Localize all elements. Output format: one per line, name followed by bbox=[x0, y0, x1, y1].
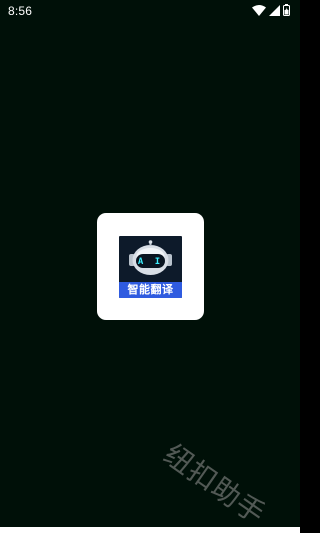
cellular-signal-icon bbox=[269, 4, 280, 16]
app-logo-tile: A I 智能翻译 bbox=[97, 213, 204, 320]
splash-screen: 8:56 A I 智能翻译 纽扣助手 bbox=[0, 0, 300, 533]
app-logo: A I 智能翻译 bbox=[119, 236, 182, 298]
battery-icon bbox=[283, 4, 290, 16]
status-icons bbox=[252, 4, 290, 16]
wifi-icon bbox=[252, 4, 266, 16]
status-time: 8:56 bbox=[8, 4, 33, 18]
logo-ai-text: A I bbox=[137, 257, 164, 267]
status-bar: 8:56 bbox=[0, 0, 300, 22]
gesture-nav-bar bbox=[0, 527, 300, 533]
watermark-text: 纽扣助手 bbox=[157, 437, 272, 532]
logo-title: 智能翻译 bbox=[119, 282, 182, 298]
